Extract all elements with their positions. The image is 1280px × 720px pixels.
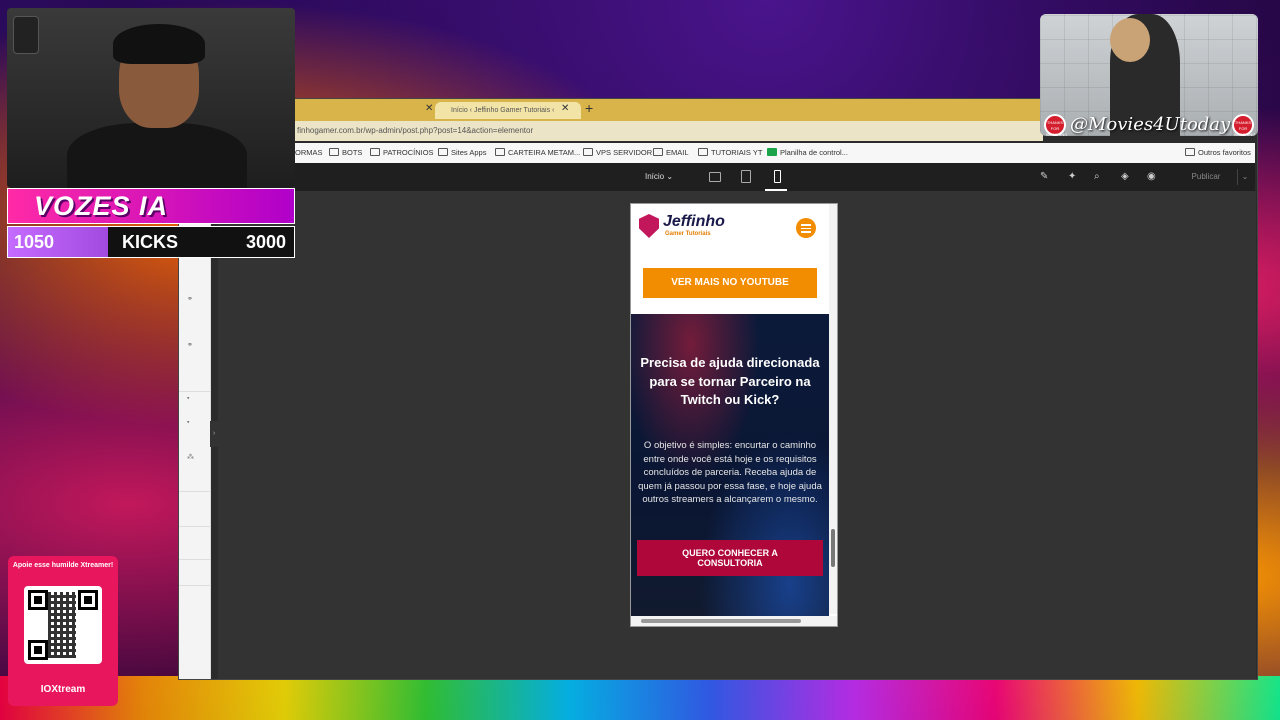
bookmark-patrocinios[interactable]: PATROCÍNIOS bbox=[370, 148, 434, 157]
streamer-hair bbox=[113, 24, 205, 64]
rocket-icon[interactable]: ✦ bbox=[1068, 171, 1076, 182]
active-tab[interactable]: Início ‹ Jeffinho Gamer Tutoriais ‹ bbox=[435, 102, 581, 119]
url-text: finhogamer.com.br/wp-admin/post.php?post… bbox=[297, 126, 534, 135]
bookmarks-bar: ORMAS BOTS PATROCÍNIOS Sites Apps CARTEI… bbox=[295, 143, 1255, 163]
folder-icon bbox=[1185, 148, 1195, 156]
qr-title: Apoie esse humilde Xtreamer! bbox=[12, 562, 114, 569]
sheets-icon bbox=[767, 148, 777, 156]
folder-icon bbox=[329, 148, 339, 156]
link-icon[interactable]: ⚭ bbox=[187, 341, 193, 349]
microphone-icon bbox=[13, 16, 39, 54]
elementor-topbar: Início ⌄ ✎ ✦ ⌕ ◈ ◉ Publicar ⌄ bbox=[295, 163, 1255, 192]
youtube-button[interactable]: VER MAIS NO YOUTUBE bbox=[643, 268, 817, 298]
thanks-badge-icon: THANKS FOR WATCHING bbox=[1044, 114, 1067, 136]
horizontal-scrollbar[interactable] bbox=[631, 616, 837, 626]
folder-icon bbox=[370, 148, 380, 156]
editor-canvas: Jeffinho Gamer Tutoriais VER MAIS NO YOU… bbox=[218, 191, 1256, 679]
browser-window: ✕ Início ‹ Jeffinho Gamer Tutoriais ‹ ✕ … bbox=[178, 98, 1258, 680]
trash-icon[interactable]: ▪ bbox=[187, 419, 189, 426]
scroll-thumb[interactable] bbox=[641, 619, 801, 623]
donation-qr-card: Apoie esse humilde Xtreamer! IOXtream bbox=[8, 556, 118, 706]
page-selector[interactable]: Início ⌄ bbox=[645, 172, 673, 181]
divider bbox=[179, 559, 210, 560]
consultoria-button[interactable]: QUERO CONHECER A CONSULTORIA bbox=[637, 540, 823, 576]
left-panel: ⚭ ⚭ ▪ ▪ ⁂ bbox=[179, 191, 211, 679]
close-tab-icon[interactable]: ✕ bbox=[425, 103, 433, 114]
bookmark-ormas[interactable]: ORMAS bbox=[295, 148, 323, 157]
kicks-current: 1050 bbox=[14, 232, 55, 252]
streamer-body bbox=[67, 123, 247, 188]
eye-icon[interactable]: ◉ bbox=[1147, 171, 1156, 182]
hamburger-menu-icon[interactable] bbox=[796, 218, 816, 238]
bookmark-vps[interactable]: VPS SERVIDOR bbox=[583, 148, 652, 157]
close-tab-icon[interactable]: ✕ bbox=[561, 103, 569, 114]
bookmark-planilha[interactable]: Planilha de control... bbox=[767, 148, 848, 157]
banner-text: VOZES IA bbox=[34, 191, 169, 221]
divider bbox=[179, 585, 210, 586]
hero-text: O objetivo é simples: encurtar o caminho… bbox=[638, 440, 822, 506]
kicks-goal-bar: 1050 KICKS 3000 bbox=[7, 226, 295, 258]
folder-icon bbox=[653, 148, 663, 156]
vertical-scrollbar[interactable] bbox=[829, 204, 837, 614]
logo-subtitle: Gamer Tutoriais bbox=[665, 231, 711, 237]
background-rainbow bbox=[0, 676, 1280, 720]
desktop-icon[interactable] bbox=[709, 172, 721, 182]
bookmark-tutoriais[interactable]: TUTORIAIS YT bbox=[698, 148, 762, 157]
scroll-thumb[interactable] bbox=[831, 529, 835, 567]
tab-bar: ✕ Início ‹ Jeffinho Gamer Tutoriais ‹ ✕ … bbox=[295, 99, 1041, 121]
logo-title: Jeffinho bbox=[663, 213, 725, 230]
layers-icon[interactable]: ◈ bbox=[1121, 171, 1129, 182]
trash-icon[interactable]: ▪ bbox=[187, 395, 189, 402]
bookmark-bots[interactable]: BOTS bbox=[329, 148, 362, 157]
hero-section: Precisa de ajuda direcionada para se tor… bbox=[631, 314, 829, 616]
movie-overlay: THANKS FOR WATCHING THANKS FOR WATCHING … bbox=[1040, 14, 1258, 136]
webcam-feed bbox=[7, 8, 295, 188]
site-header: Jeffinho Gamer Tutoriais bbox=[631, 204, 837, 254]
vozes-ia-banner: VOZES IA bbox=[7, 188, 295, 224]
tab-title: Início ‹ Jeffinho Gamer Tutoriais ‹ bbox=[451, 107, 555, 114]
bookmark-sites-apps[interactable]: Sites Apps bbox=[438, 148, 486, 157]
qr-brand: IOXtream bbox=[40, 684, 86, 695]
divider bbox=[179, 526, 210, 527]
mobile-icon[interactable] bbox=[774, 170, 781, 183]
movie-person-head bbox=[1110, 18, 1150, 62]
logo-shield-icon bbox=[639, 214, 659, 238]
kicks-goal: 3000 bbox=[245, 232, 286, 252]
new-tab-icon[interactable]: + bbox=[585, 100, 593, 116]
hero-title: Precisa de ajuda direcionada para se tor… bbox=[640, 355, 820, 407]
folder-icon bbox=[438, 148, 448, 156]
link-icon[interactable]: ⚭ bbox=[187, 295, 193, 303]
pencil-icon[interactable]: ✎ bbox=[1040, 171, 1048, 182]
structure-icon[interactable]: ⁂ bbox=[187, 453, 194, 461]
address-bar[interactable]: finhogamer.com.br/wp-admin/post.php?post… bbox=[295, 121, 1043, 141]
folder-icon bbox=[583, 148, 593, 156]
tablet-icon[interactable] bbox=[741, 170, 751, 183]
folder-icon bbox=[698, 148, 708, 156]
folder-icon bbox=[495, 148, 505, 156]
bookmark-carteira[interactable]: CARTEIRA METAM... bbox=[495, 148, 580, 157]
qr-code-icon bbox=[24, 586, 102, 664]
thanks-badge-icon: THANKS FOR WATCHING bbox=[1232, 114, 1255, 136]
publish-options-icon[interactable]: ⌄ bbox=[1237, 169, 1252, 185]
divider bbox=[179, 491, 210, 492]
bookmark-outros[interactable]: Outros favoritos bbox=[1185, 148, 1251, 157]
collapse-panel-icon[interactable]: › bbox=[210, 421, 218, 447]
publish-button[interactable]: Publicar bbox=[1183, 169, 1229, 185]
bookmark-email[interactable]: EMAIL bbox=[653, 148, 689, 157]
search-icon[interactable]: ⌕ bbox=[1094, 171, 1100, 182]
mobile-preview: Jeffinho Gamer Tutoriais VER MAIS NO YOU… bbox=[630, 203, 838, 627]
divider bbox=[179, 391, 210, 392]
kicks-label: KICKS bbox=[122, 232, 179, 252]
movie-handle: @Movies4Utoday bbox=[1070, 114, 1231, 135]
